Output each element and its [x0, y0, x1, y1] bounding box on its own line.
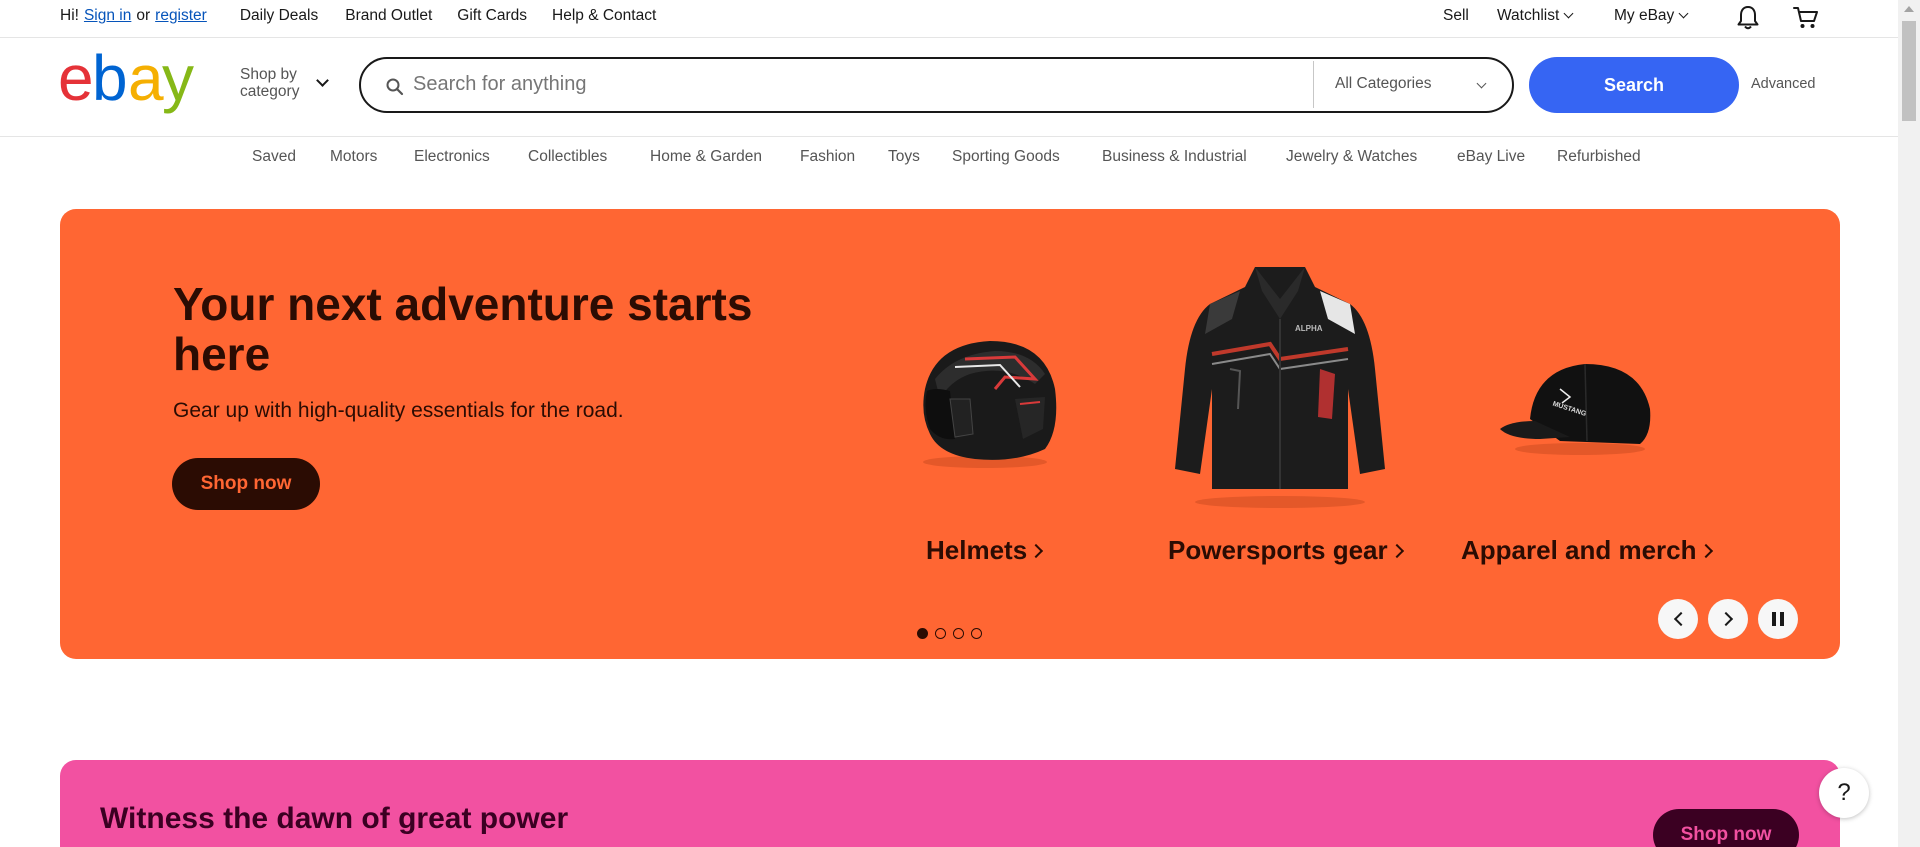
watchlist-label: Watchlist: [1497, 7, 1560, 24]
carousel-pause-button[interactable]: [1758, 599, 1798, 639]
help-button[interactable]: ?: [1819, 768, 1869, 818]
nav-item-ebay-live[interactable]: eBay Live: [1457, 148, 1525, 166]
chevron-down-icon: [316, 74, 329, 87]
chevron-right-icon: [1718, 611, 1733, 627]
top-utility-bar: Hi! Sign in or register Daily Deals Bran…: [0, 0, 1898, 38]
apparel-merch-label: Apparel and merch: [1461, 535, 1697, 565]
chevron-right-icon: [1389, 543, 1404, 559]
gift-cards-link[interactable]: Gift Cards: [457, 7, 527, 25]
nav-item-toys[interactable]: Toys: [888, 148, 920, 166]
search-input[interactable]: [413, 59, 1303, 110]
apparel-merch-link[interactable]: Apparel and merch: [1461, 535, 1713, 566]
helmet-image[interactable]: [895, 329, 1065, 469]
shop-by-label-line1: Shop by: [240, 66, 297, 83]
logo-letter-y: y: [162, 52, 194, 114]
sell-link[interactable]: Sell: [1443, 7, 1469, 25]
help-contact-link[interactable]: Help & Contact: [552, 7, 656, 25]
helmets-link[interactable]: Helmets: [926, 535, 1044, 566]
hero-shop-now-button[interactable]: Shop now: [172, 458, 320, 510]
nav-item-electronics[interactable]: Electronics: [414, 148, 490, 166]
carousel-prev-button[interactable]: [1658, 599, 1698, 639]
hero-banner: Your next adventure starts here Gear up …: [60, 209, 1840, 659]
helmets-label: Helmets: [926, 535, 1028, 565]
or-text: or: [136, 7, 151, 24]
nav-item-home-garden[interactable]: Home & Garden: [650, 148, 762, 166]
cart-icon[interactable]: [1793, 6, 1819, 30]
nav-item-fashion[interactable]: Fashion: [800, 148, 855, 166]
nav-item-business-industrial[interactable]: Business & Industrial: [1102, 148, 1247, 166]
promo-shop-now-button[interactable]: Shop now: [1653, 809, 1799, 847]
powersports-gear-link[interactable]: Powersports gear: [1168, 535, 1404, 566]
promo-banner: Witness the dawn of great power Shop now: [60, 760, 1840, 847]
advanced-search-link[interactable]: Advanced: [1751, 76, 1816, 92]
hero-title: Your next adventure starts here: [173, 278, 753, 380]
nav-item-motors[interactable]: Motors: [330, 148, 377, 166]
hero-subtitle: Gear up with high-quality essentials for…: [173, 399, 624, 422]
logo-letter-a: a: [128, 52, 164, 114]
nav-item-sporting-goods[interactable]: Sporting Goods: [952, 148, 1060, 166]
scroll-up-arrow-icon[interactable]: [1904, 6, 1914, 12]
chevron-right-icon: [1698, 543, 1713, 559]
nav-item-jewelry-watches[interactable]: Jewelry & Watches: [1286, 148, 1417, 166]
carousel-dots: [917, 628, 982, 639]
top-bar-left: Hi! Sign in or register Daily Deals Bran…: [60, 7, 656, 25]
cap-image[interactable]: MUSTANG: [1490, 349, 1660, 459]
jacket-image[interactable]: ALPHA: [1170, 259, 1390, 509]
daily-deals-link[interactable]: Daily Deals: [240, 7, 318, 25]
ebay-logo[interactable]: e b a y: [58, 52, 208, 118]
bell-icon[interactable]: [1736, 5, 1760, 31]
chevron-right-icon: [1029, 543, 1044, 559]
shop-by-category-button[interactable]: Shop by category: [240, 66, 299, 100]
shop-by-label-line2: category: [240, 83, 300, 100]
search-icon: [386, 78, 404, 96]
sign-in-link[interactable]: Sign in: [84, 7, 131, 25]
powersports-gear-label: Powersports gear: [1168, 535, 1388, 565]
jacket-brand-text: ALPHA: [1295, 324, 1323, 333]
nav-item-saved[interactable]: Saved: [252, 148, 296, 166]
pause-icon: [1772, 612, 1784, 626]
chevron-down-icon: [1476, 78, 1487, 89]
carousel-dot-3[interactable]: [953, 628, 964, 639]
promo-banner-title: Witness the dawn of great power: [100, 802, 569, 835]
carousel-dot-1[interactable]: [917, 628, 928, 639]
carousel-dot-2[interactable]: [935, 628, 946, 639]
logo-letter-e: e: [58, 52, 91, 114]
carousel-dot-4[interactable]: [971, 628, 982, 639]
scrollbar-thumb[interactable]: [1902, 21, 1916, 121]
category-select-value: All Categories: [1335, 75, 1432, 92]
chevron-left-icon: [1673, 611, 1688, 627]
nav-item-collectibles[interactable]: Collectibles: [528, 148, 607, 166]
register-link[interactable]: register: [155, 7, 207, 25]
brand-outlet-link[interactable]: Brand Outlet: [345, 7, 432, 25]
nav-item-refurbished[interactable]: Refurbished: [1557, 148, 1641, 166]
chevron-down-icon: [1678, 8, 1689, 18]
help-label: ?: [1837, 779, 1851, 806]
my-ebay-label: My eBay: [1614, 7, 1675, 24]
watchlist-menu[interactable]: Watchlist: [1497, 7, 1574, 25]
chevron-down-icon: [1563, 8, 1574, 18]
header-divider: [0, 136, 1898, 137]
greeting-text: Hi!: [60, 7, 79, 24]
search-button[interactable]: Search: [1529, 57, 1739, 113]
category-select[interactable]: All Categories: [1314, 59, 1512, 110]
carousel-next-button[interactable]: [1708, 599, 1748, 639]
search-bar: All Categories: [359, 57, 1514, 113]
logo-letter-b: b: [92, 52, 125, 114]
my-ebay-menu[interactable]: My eBay: [1614, 7, 1689, 25]
page-scrollbar[interactable]: [1898, 0, 1920, 847]
